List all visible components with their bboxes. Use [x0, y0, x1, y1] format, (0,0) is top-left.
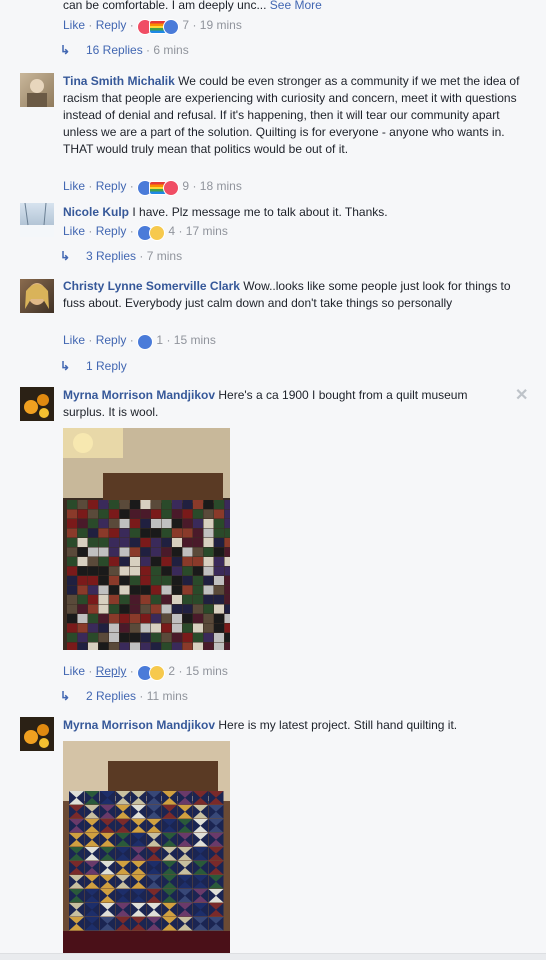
comment-actions: Like · Reply · 4 · 17 mins [63, 223, 228, 241]
commenter-name[interactable]: Myrna Morrison Mandjikov [63, 388, 215, 402]
avatar-image [20, 203, 54, 237]
comment-body: Nicole Kulp I have. Plz message me to ta… [63, 204, 525, 221]
like-link[interactable]: Like [63, 224, 85, 238]
reactions[interactable] [137, 18, 180, 35]
comment-text: I have. Plz message me to talk about it.… [132, 205, 388, 219]
avatar[interactable] [20, 73, 54, 107]
like-link[interactable]: Like [63, 664, 85, 678]
reaction-count: 4 [168, 224, 176, 238]
view-replies[interactable]: ↳ 2 Replies · 11 mins [60, 688, 188, 704]
avatar[interactable] [20, 717, 54, 751]
avatar-image [24, 394, 49, 418]
sad-reaction-icon [149, 224, 166, 241]
timestamp[interactable]: 17 mins [186, 224, 228, 238]
comment-actions: Like · Reply · 9 · 18 mins [63, 178, 242, 196]
timestamp[interactable]: 15 mins [174, 333, 216, 347]
view-replies[interactable]: ↳ 1 Reply [60, 358, 127, 374]
timestamp[interactable]: 19 mins [200, 18, 242, 32]
reply-arrow-icon: ↳ [60, 43, 71, 57]
reaction-count: 2 [168, 664, 176, 678]
view-replies[interactable]: ↳ 16 Replies · 6 mins [60, 42, 189, 58]
avatar-image [25, 283, 49, 309]
comment-body: Myrna Morrison Mandjikov Here's a ca 190… [63, 387, 508, 421]
reply-link[interactable]: Reply [96, 664, 127, 678]
reactions[interactable] [137, 224, 166, 241]
reply-link[interactable]: Reply [96, 179, 127, 193]
reaction-count: 7 [182, 18, 190, 32]
reply-arrow-icon: ↳ [60, 689, 71, 703]
commenter-name[interactable]: Nicole Kulp [63, 205, 129, 219]
see-more-link[interactable]: See More [270, 0, 322, 12]
reaction-count: 1 [156, 333, 164, 347]
reactions[interactable] [137, 333, 154, 350]
reply-arrow-icon: ↳ [60, 249, 71, 263]
reactions[interactable] [137, 664, 166, 681]
comment-text-truncated: can be comfortable. I am deeply unc... S… [63, 0, 322, 12]
commenter-name[interactable]: Christy Lynne Somerville Clark [63, 279, 240, 293]
like-reaction-icon [163, 18, 180, 35]
avatar-image [24, 724, 49, 748]
checker-quilt-image [63, 428, 230, 650]
heart-reaction-icon [163, 179, 180, 196]
like-link[interactable]: Like [63, 333, 85, 347]
quilt-photo[interactable] [63, 428, 230, 650]
pinwheel-quilt-image [63, 741, 230, 953]
like-reaction-icon [137, 333, 154, 350]
like-link[interactable]: Like [63, 18, 85, 32]
avatar[interactable] [20, 387, 54, 421]
comment-body: Myrna Morrison Mandjikov Here is my late… [63, 717, 525, 734]
reactions[interactable] [137, 179, 180, 196]
timestamp[interactable]: 18 mins [200, 179, 242, 193]
comment-actions: Like · Reply · 1 · 15 mins [63, 332, 216, 350]
avatar-image [27, 79, 47, 107]
like-link[interactable]: Like [63, 179, 85, 193]
comment-body: Tina Smith Michalik We could be even str… [63, 73, 525, 158]
commenter-name[interactable]: Tina Smith Michalik [63, 74, 175, 88]
comment-actions: Like · Reply · 2 · 15 mins [63, 663, 228, 681]
reply-link[interactable]: Reply [96, 224, 127, 238]
timestamp[interactable]: 15 mins [186, 664, 228, 678]
close-icon[interactable]: ✕ [515, 385, 528, 405]
view-replies[interactable]: ↳ 3 Replies · 7 mins [60, 248, 182, 264]
comment-actions: Like · Reply · 7 · 19 mins [63, 17, 242, 35]
reply-link[interactable]: Reply [96, 333, 127, 347]
reply-arrow-icon: ↳ [60, 359, 71, 373]
wow-reaction-icon [149, 664, 166, 681]
avatar[interactable] [20, 203, 54, 237]
comment-body: Christy Lynne Somerville Clark Wow..look… [63, 278, 513, 312]
comment-text: Here is my latest project. Still hand qu… [218, 718, 458, 732]
avatar[interactable] [20, 279, 54, 313]
quilt-photo[interactable] [63, 741, 230, 953]
reaction-count: 9 [182, 179, 190, 193]
reply-link[interactable]: Reply [96, 18, 127, 32]
commenter-name[interactable]: Myrna Morrison Mandjikov [63, 718, 215, 732]
